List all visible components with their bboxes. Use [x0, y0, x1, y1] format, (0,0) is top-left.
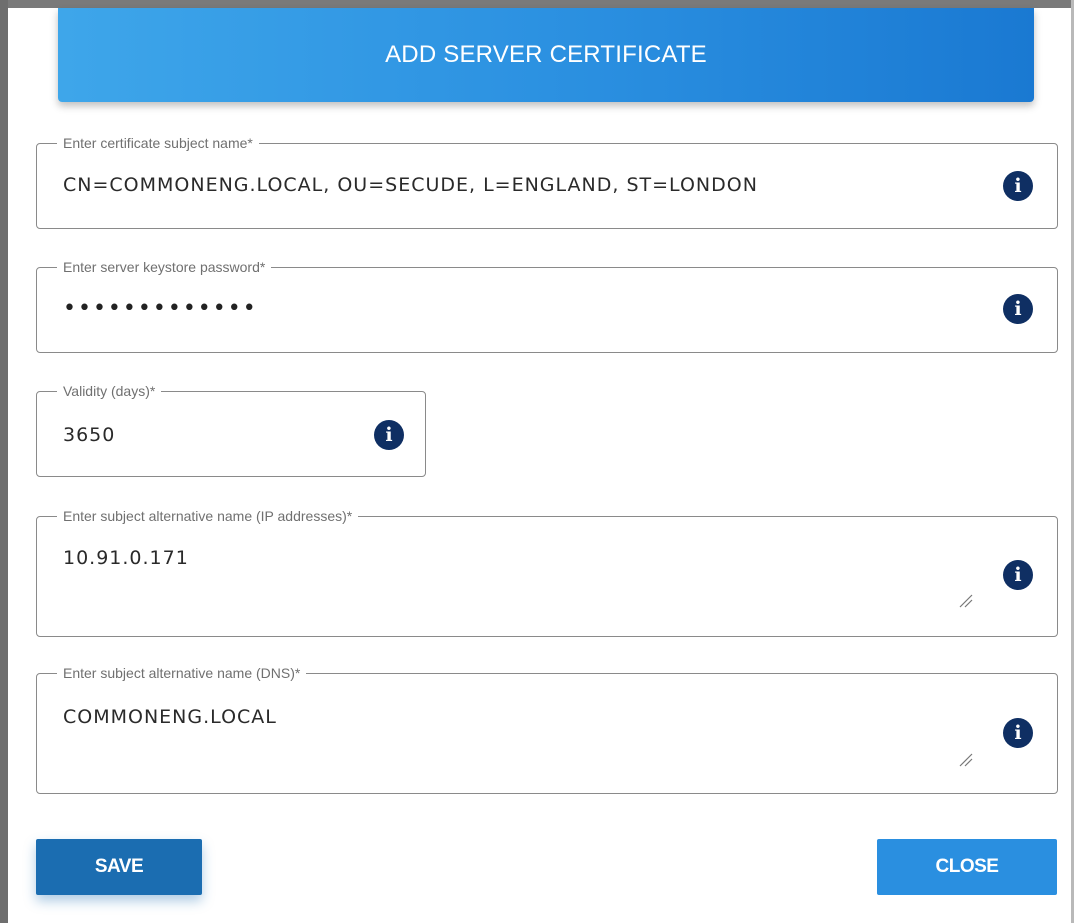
- resize-handle-icon[interactable]: [959, 594, 973, 608]
- window-top-border: [0, 0, 1074, 8]
- info-icon[interactable]: i: [1003, 171, 1033, 201]
- info-icon[interactable]: i: [1003, 560, 1033, 590]
- subject-name-field[interactable]: Enter certificate subject name* CN=COMMO…: [36, 134, 1058, 229]
- san-dns-label: Enter subject alternative name (DNS)*: [57, 664, 307, 682]
- san-dns-value[interactable]: COMMONENG.LOCAL: [63, 706, 277, 728]
- validity-field[interactable]: Validity (days)* 3650 i: [36, 382, 426, 477]
- validity-label: Validity (days)*: [57, 382, 162, 400]
- keystore-password-label: Enter server keystore password*: [57, 258, 272, 276]
- san-ip-value[interactable]: 10.91.0.171: [63, 547, 189, 569]
- san-dns-field[interactable]: Enter subject alternative name (DNS)* CO…: [36, 664, 1058, 794]
- dialog-title: ADD SERVER CERTIFICATE: [385, 41, 707, 68]
- subject-name-value[interactable]: CN=COMMONENG.LOCAL, OU=SECUDE, L=ENGLAND…: [63, 174, 758, 196]
- san-ip-label: Enter subject alternative name (IP addre…: [57, 507, 359, 525]
- resize-handle-icon[interactable]: [959, 753, 973, 767]
- info-icon[interactable]: i: [1003, 718, 1033, 748]
- window-left-border: [0, 0, 8, 923]
- dialog-header: ADD SERVER CERTIFICATE: [58, 8, 1034, 102]
- info-icon[interactable]: i: [374, 420, 404, 450]
- validity-value[interactable]: 3650: [63, 424, 115, 446]
- san-ip-field[interactable]: Enter subject alternative name (IP addre…: [36, 507, 1058, 637]
- info-icon[interactable]: i: [1003, 294, 1033, 324]
- keystore-password-field[interactable]: Enter server keystore password* ••••••••…: [36, 258, 1058, 353]
- keystore-password-value[interactable]: •••••••••••••: [63, 296, 258, 321]
- subject-name-label: Enter certificate subject name*: [57, 134, 259, 152]
- save-button[interactable]: SAVE: [36, 839, 202, 895]
- close-button[interactable]: CLOSE: [877, 839, 1057, 895]
